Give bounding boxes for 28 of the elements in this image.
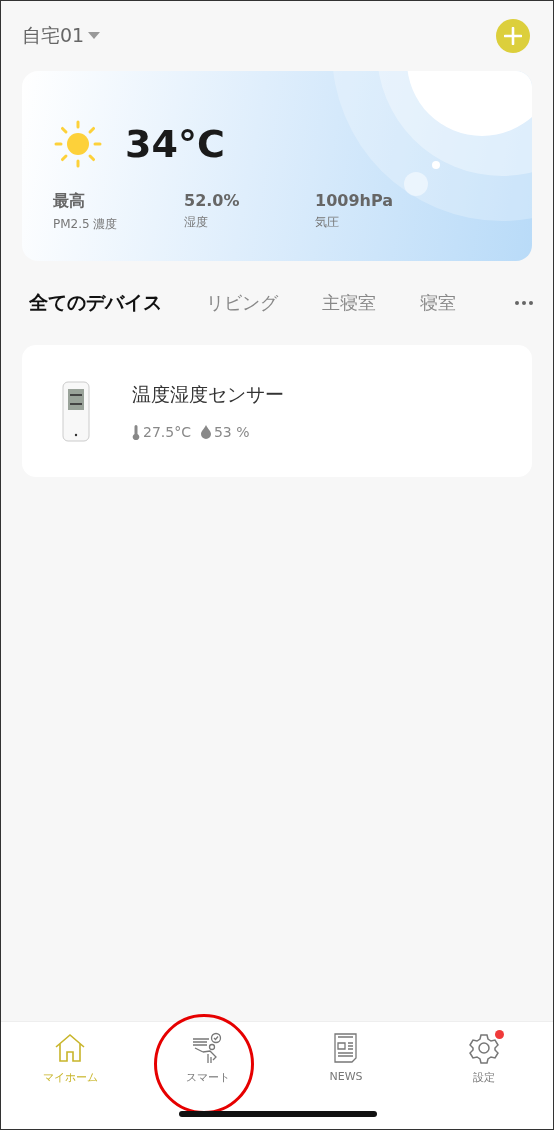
room-tab[interactable]: 寝室 <box>420 290 456 316</box>
sun-icon <box>53 119 103 169</box>
stat-value: 52.0% <box>184 191 241 210</box>
home-selector[interactable]: 自宅01 <box>22 23 101 49</box>
room-tab[interactable]: 全てのデバイス <box>29 290 162 316</box>
stat-label: PM2.5 濃度 <box>53 216 119 233</box>
stat-value: 最高 <box>53 191 86 212</box>
stat-value: 1009hPa <box>315 191 394 210</box>
droplet-icon <box>200 425 211 439</box>
room-tab[interactable]: 主寝室 <box>322 290 376 316</box>
temperature: 34°C <box>125 122 225 166</box>
temperature-reading: 27.5°C <box>143 424 191 440</box>
room-tab[interactable]: リビング <box>206 290 278 316</box>
device-name: 温度湿度センサー <box>132 382 284 407</box>
sensor-drawing <box>62 380 90 442</box>
thermometer-icon <box>132 424 140 440</box>
device-card[interactable]: 温度湿度センサー 27.5°C 53 % <box>22 345 532 477</box>
gear-icon <box>468 1032 500 1064</box>
tab-bar-item[interactable]: スマート <box>182 1030 234 1087</box>
tab-bar-item[interactable]: 設定 <box>464 1030 504 1087</box>
stat-label: 気圧 <box>315 214 340 231</box>
stat-label: 湿度 <box>184 214 209 231</box>
humidity-reading: 53 % <box>213 424 250 440</box>
plus-icon <box>504 27 522 45</box>
tab-bar-item[interactable]: NEWS <box>325 1030 367 1085</box>
home-icon <box>53 1032 87 1064</box>
newspaper-icon <box>332 1032 360 1064</box>
caret-icon <box>88 32 101 40</box>
